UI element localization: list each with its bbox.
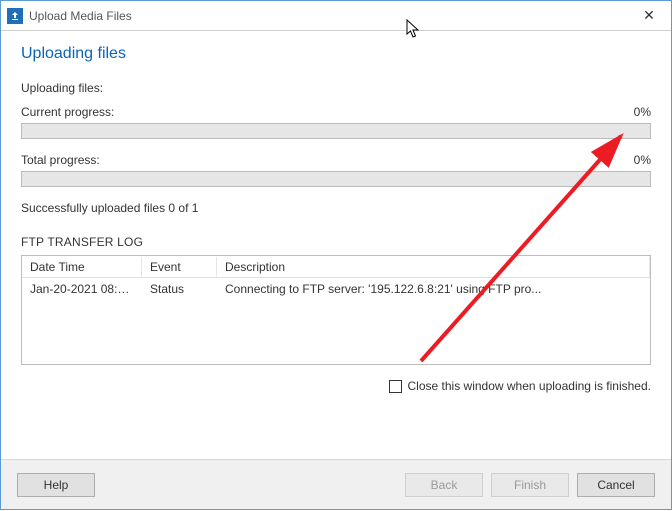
close-when-done-checkbox[interactable] [389, 380, 402, 393]
total-progress-bar [21, 171, 651, 187]
page-title: Uploading files [21, 45, 651, 63]
cancel-button[interactable]: Cancel [577, 473, 655, 497]
app-icon [7, 8, 23, 24]
current-progress-bar [21, 123, 651, 139]
total-progress-value: 0% [634, 153, 651, 167]
col-header-datetime[interactable]: Date Time [22, 257, 142, 277]
back-button: Back [405, 473, 483, 497]
close-button[interactable]: ✕ [627, 1, 671, 31]
close-icon: ✕ [643, 7, 655, 24]
uploading-files-label: Uploading files: [21, 81, 651, 95]
current-progress-value: 0% [634, 105, 651, 119]
upload-status-text: Successfully uploaded files 0 of 1 [21, 201, 651, 215]
table-row[interactable]: Jan-20-2021 08:5... Status Connecting to… [22, 278, 650, 300]
close-when-done-row: Close this window when uploading is fini… [21, 379, 651, 393]
button-bar: Help Back Finish Cancel [1, 459, 671, 509]
current-progress-label: Current progress: [21, 105, 114, 119]
current-progress-row: Current progress: 0% [21, 105, 651, 119]
cell-event: Status [142, 279, 217, 299]
log-header: Date Time Event Description [22, 256, 650, 278]
close-when-done-label: Close this window when uploading is fini… [408, 379, 651, 393]
cell-description: Connecting to FTP server: '195.122.6.8:2… [217, 279, 650, 299]
col-header-event[interactable]: Event [142, 257, 217, 277]
col-header-description[interactable]: Description [217, 257, 650, 277]
log-table: Date Time Event Description Jan-20-2021 … [21, 255, 651, 365]
window-title: Upload Media Files [29, 9, 132, 23]
content-area: Uploading files Uploading files: Current… [1, 31, 671, 403]
log-title: FTP TRANSFER LOG [21, 235, 651, 249]
total-progress-row: Total progress: 0% [21, 153, 651, 167]
help-button[interactable]: Help [17, 473, 95, 497]
total-progress-label: Total progress: [21, 153, 100, 167]
finish-button: Finish [491, 473, 569, 497]
cell-datetime: Jan-20-2021 08:5... [22, 279, 142, 299]
titlebar: Upload Media Files ✕ [1, 1, 671, 31]
